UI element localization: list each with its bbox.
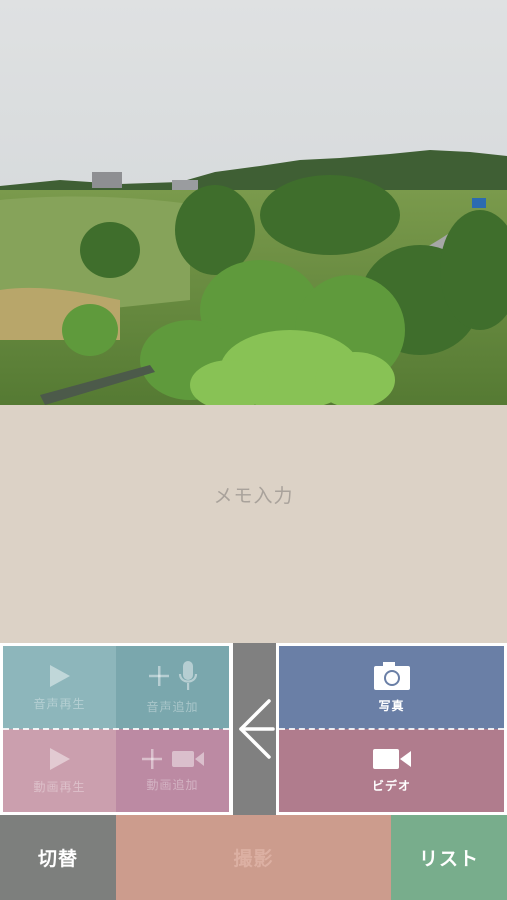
plus-icon [141,749,162,769]
video-add-label: 動画追加 [146,778,199,792]
video-button[interactable]: ビデオ [279,729,504,812]
bottom-bar: 切替 撮影 リスト [0,815,507,900]
photo-preview [0,0,507,405]
list-button[interactable]: リスト [391,815,507,900]
memo-input[interactable]: メモ入力 [0,405,507,643]
video-add-button[interactable]: 動画追加 [116,729,229,812]
shoot-label: 撮影 [233,848,274,870]
photo-button[interactable]: 写真 [279,646,504,729]
left-dashed-divider [3,728,229,730]
video-camera-icon [171,751,204,767]
video-label: ビデオ [371,779,411,793]
shoot-button[interactable]: 撮影 [116,815,391,900]
audio-add-label: 音声追加 [146,700,199,714]
memo-placeholder: メモ入力 [213,484,294,507]
video-play-button[interactable]: 動画再生 [3,729,116,812]
video-camera-icon [372,749,411,769]
back-button[interactable] [233,643,276,815]
audio-play-button[interactable]: 音声再生 [3,646,116,729]
back-arrow-icon [238,699,275,759]
microphone-icon [178,661,197,690]
list-label: リスト [418,848,479,870]
video-play-label: 動画再生 [33,780,86,794]
right-dashed-divider [279,728,504,730]
audio-play-label: 音声再生 [33,697,86,711]
switch-label: 切替 [37,848,78,870]
play-icon [49,748,70,770]
action-grid: 音声再生 音声追加 動画再生 動画追加 写真 ビデオ [0,643,507,815]
switch-button[interactable]: 切替 [0,815,116,900]
plus-icon [148,666,169,686]
audio-add-button[interactable]: 音声追加 [116,646,229,729]
play-icon [49,665,70,687]
camera-icon [373,662,410,690]
photo-label: 写真 [378,699,405,713]
